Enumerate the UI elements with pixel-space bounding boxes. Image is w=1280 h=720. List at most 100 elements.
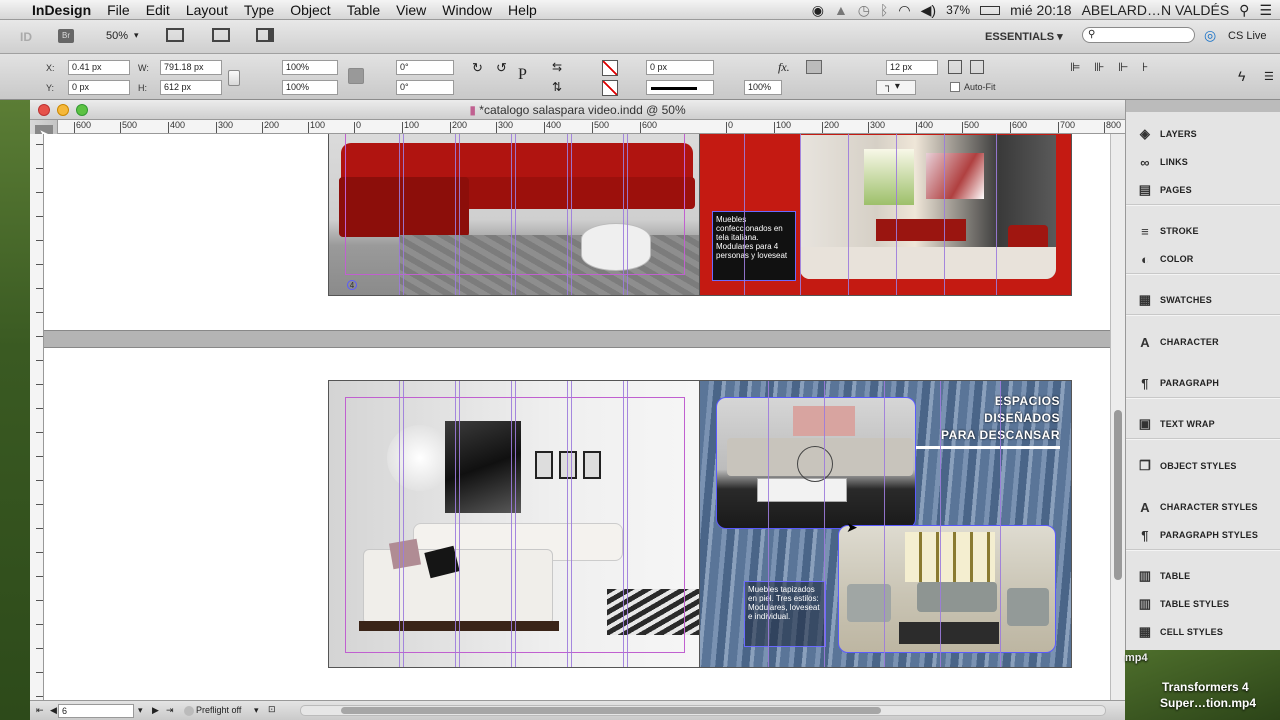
fx-effects-icon[interactable]: fx. [778, 60, 790, 75]
y-position-field[interactable]: 0 px [68, 80, 130, 95]
search-input[interactable]: ⚲ [1082, 27, 1195, 43]
arrange-documents-icon[interactable] [256, 28, 274, 42]
armchairs-image[interactable] [838, 525, 1056, 653]
next-page-icon[interactable]: ▶ [152, 705, 159, 716]
flip-vertical-icon[interactable]: ⇅ [552, 80, 562, 94]
height-field[interactable]: 612 px [160, 80, 222, 95]
time-machine-icon[interactable]: ◷ [858, 0, 870, 20]
menu-object[interactable]: Object [282, 0, 338, 20]
menu-file[interactable]: File [99, 0, 138, 20]
panel-paragraph[interactable]: ¶ PARAGRAPH [1126, 369, 1280, 397]
notification-icon[interactable]: ▲ [834, 0, 848, 20]
text-wrap-icon[interactable] [806, 60, 822, 74]
control-panel-menu-icon[interactable]: ☰ [1264, 70, 1274, 83]
panel-character-styles[interactable]: A CHARACTER STYLES [1126, 493, 1280, 521]
caption-text-frame-top[interactable]: Muebles confeccionados en tela italiana.… [712, 211, 796, 281]
x-position-field[interactable]: 0.41 px [68, 60, 130, 75]
battery-status[interactable]: 37% [946, 0, 970, 20]
previous-page-icon[interactable]: ◀ [50, 705, 57, 716]
menu-edit[interactable]: Edit [138, 0, 178, 20]
wifi-icon[interactable]: ◠ [898, 0, 910, 20]
align-center-icon[interactable]: ⊪ [1094, 60, 1104, 74]
clock[interactable]: mié 20:18 [1010, 0, 1071, 20]
panel-links[interactable]: ∞ LINKS [1126, 148, 1280, 176]
panel-character[interactable]: A CHARACTER [1126, 328, 1280, 356]
top-spread-left-page[interactable]: 4 [328, 134, 700, 296]
panel-paragraph-styles[interactable]: ¶ PARAGRAPH STYLES [1126, 521, 1280, 549]
list-icon[interactable]: ☰ [1259, 0, 1272, 20]
fit-content-icon[interactable] [948, 60, 962, 74]
constrain-proportions-icon[interactable] [228, 70, 240, 86]
flip-horizontal-icon[interactable]: ⇆ [552, 60, 562, 74]
corner-offset-field[interactable]: 12 px [886, 60, 938, 75]
caption-text-frame-bottom[interactable]: Muebles tapizados en piel. Tres estilos:… [744, 581, 826, 647]
panel-text-wrap[interactable]: ▣ TEXT WRAP [1126, 410, 1280, 438]
rotate-ccw-icon[interactable]: ↺ [496, 60, 507, 76]
zoom-window-icon[interactable] [76, 104, 88, 116]
horizontal-scrollbar[interactable] [300, 705, 1106, 716]
desktop-file-label-1[interactable]: Transformers 4 [1162, 680, 1249, 694]
sectional-sofa-image[interactable] [716, 397, 916, 529]
panel-pages[interactable]: ▤ PAGES [1126, 176, 1280, 204]
desktop-file-label-2[interactable]: Super…tion.mp4 [1160, 696, 1256, 710]
panel-cell-styles[interactable]: ▦ CELL STYLES [1126, 618, 1280, 646]
menu-view[interactable]: View [388, 0, 434, 20]
view-options-icon[interactable] [166, 28, 184, 42]
width-field[interactable]: 791.18 px [160, 60, 222, 75]
first-page-icon[interactable]: ⇤ [36, 705, 44, 716]
zoom-dropdown-icon[interactable]: ▾ [134, 30, 139, 41]
bluetooth-icon[interactable]: ᛒ [880, 0, 888, 20]
user-name[interactable]: ABELARD…N VALDÉS [1082, 0, 1230, 20]
menu-type[interactable]: Type [236, 0, 282, 20]
autofit-checkbox[interactable] [950, 82, 960, 92]
top-spread-right-page[interactable]: Muebles confeccionados en tela italiana.… [699, 134, 1072, 296]
page-number-field[interactable]: 6 [58, 704, 134, 718]
panel-color[interactable]: ◐ COLOR [1126, 245, 1280, 273]
open-page-icon[interactable]: ⊡ [268, 704, 276, 715]
screen-mode-icon[interactable] [212, 28, 230, 42]
rotate-cw-icon[interactable]: ↻ [472, 60, 483, 76]
bottom-spread-left-page[interactable] [328, 380, 700, 668]
menu-table[interactable]: Table [339, 0, 388, 20]
align-right-icon[interactable]: ⊩ [1118, 60, 1128, 74]
quick-apply-icon[interactable]: ϟ [1238, 68, 1245, 84]
fit-frame-icon[interactable] [970, 60, 984, 74]
lock-scale-icon[interactable] [348, 68, 364, 84]
panels-dock-header[interactable] [1126, 100, 1280, 112]
scale-x-field[interactable]: 100% [282, 60, 338, 75]
stroke-swatch-icon[interactable] [602, 80, 618, 96]
vertical-scrollbar[interactable] [1110, 134, 1125, 700]
panel-stroke[interactable]: ≡ STROKE [1126, 217, 1280, 245]
heading-text-frame[interactable]: ESPACIOS DISEÑADOS PARA DESCANSAR [912, 393, 1060, 459]
bottom-spread-right-page[interactable]: ESPACIOS DISEÑADOS PARA DESCANSAR Mueble… [699, 380, 1072, 668]
cs-live-button[interactable]: CS Live [1228, 30, 1267, 42]
volume-icon[interactable]: ◀) [921, 0, 936, 20]
panel-table[interactable]: ▥ TABLE [1126, 562, 1280, 590]
app-menu[interactable]: InDesign [24, 0, 99, 20]
scale-y-field[interactable]: 100% [282, 80, 338, 95]
rotation-angle-field[interactable]: 0° [396, 60, 454, 75]
preflight-status[interactable]: Preflight off [196, 705, 241, 715]
bridge-button[interactable]: Br [58, 29, 74, 43]
workspace-switcher[interactable]: ESSENTIALS ▾ [985, 30, 1063, 43]
menu-layout[interactable]: Layout [178, 0, 236, 20]
close-window-icon[interactable] [38, 104, 50, 116]
corner-shape-select[interactable]: ┐ ▾ [876, 80, 916, 95]
record-icon[interactable]: ◉ [812, 0, 824, 20]
panel-layers[interactable]: ◈ LAYERS [1126, 120, 1280, 148]
preflight-menu-icon[interactable]: ▾ [254, 705, 259, 716]
fill-swatch-icon[interactable] [602, 60, 618, 76]
panel-table-styles[interactable]: ▥ TABLE STYLES [1126, 590, 1280, 618]
menu-window[interactable]: Window [434, 0, 500, 20]
opacity-field[interactable]: 100% [744, 80, 782, 95]
distribute-icon[interactable]: ⊦ [1142, 60, 1148, 74]
vertical-scroll-thumb[interactable] [1114, 410, 1122, 580]
stroke-type-select[interactable] [646, 80, 714, 95]
path-type-icon[interactable]: P [518, 66, 527, 84]
shear-angle-field[interactable]: 0° [396, 80, 454, 95]
spotlight-icon[interactable]: ⚲ [1239, 0, 1249, 20]
zoom-level-select[interactable]: 50% [106, 30, 128, 42]
align-left-icon[interactable]: ⊫ [1070, 60, 1080, 74]
page-menu-icon[interactable]: ▾ [138, 705, 143, 716]
panel-swatches[interactable]: ▦ SWATCHES [1126, 286, 1280, 314]
